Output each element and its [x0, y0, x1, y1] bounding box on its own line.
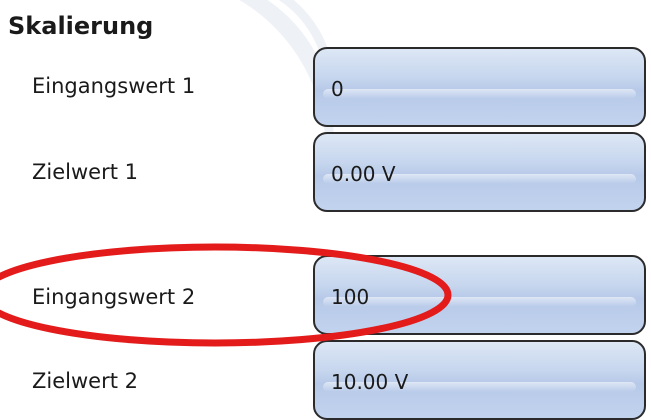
zielwert-1-field[interactable]: 0.00 V: [313, 132, 646, 212]
label-eingangswert-2: Eingangswert 2: [32, 285, 196, 309]
field-sheen: [323, 297, 636, 307]
label-eingangswert-1: Eingangswert 1: [32, 74, 196, 98]
eingangswert-1-value: 0: [331, 77, 344, 101]
zielwert-2-field[interactable]: 10.00 V: [313, 340, 646, 420]
zielwert-2-value: 10.00 V: [331, 370, 409, 394]
field-sheen: [323, 89, 636, 99]
eingangswert-1-field[interactable]: 0: [313, 47, 646, 127]
zielwert-1-value: 0.00 V: [331, 162, 396, 186]
label-zielwert-2: Zielwert 2: [32, 369, 138, 393]
label-zielwert-1: Zielwert 1: [32, 160, 138, 184]
page-title: Skalierung: [8, 12, 154, 40]
eingangswert-2-field[interactable]: 100: [313, 255, 646, 335]
eingangswert-2-value: 100: [331, 285, 370, 309]
